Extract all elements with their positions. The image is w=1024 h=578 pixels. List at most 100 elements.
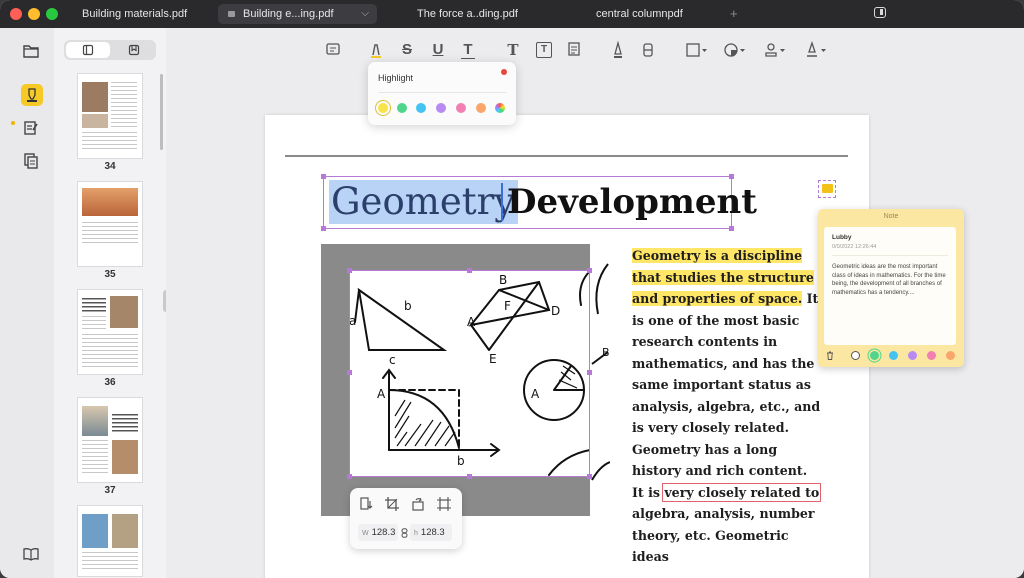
thumbnail-photo [82,406,108,436]
resize-frame-icon[interactable] [436,496,452,512]
resize-handle[interactable] [729,226,734,231]
book-icon[interactable] [22,545,40,563]
image-overflow-sketch: B [591,263,610,481]
trash-icon[interactable] [826,351,834,360]
thumbnail-text-lines [82,334,138,368]
note-color-green[interactable] [870,351,879,360]
resize-handle[interactable] [347,474,352,479]
stamp-icon[interactable] [763,40,787,60]
page-thumbnail[interactable] [78,74,142,158]
app-window: Building materials.pdf Building e...ing.… [0,0,1024,578]
left-tool-rail [0,28,55,578]
organize-pages-icon[interactable] [22,152,40,170]
thumbnail-scrollbar[interactable] [160,74,163,150]
link-aspect-icon[interactable] [401,528,408,538]
tab-building-materials[interactable]: Building materials.pdf [82,4,187,24]
note-header: Note [883,213,899,220]
thumbnail-view-button[interactable] [66,42,110,58]
squiggly-button[interactable]: T [461,40,475,59]
page-thumbnail[interactable] [78,398,142,482]
textbox-button[interactable]: T [536,42,552,58]
page-thumbnail[interactable] [78,506,142,576]
edit-document-icon[interactable] [22,119,40,137]
height-value[interactable]: 128.3 [421,527,445,538]
page-thumbnail[interactable] [78,290,142,374]
boxed-text-annotation[interactable]: very closely related to [662,482,822,502]
thumbnail-photo [112,514,138,548]
note-color-pink[interactable] [927,351,936,360]
body-paragraph[interactable]: Geometry is a discipline that studies th… [632,245,822,568]
zoom-window-button[interactable] [46,8,58,20]
thumbnail-text-lines [82,222,138,246]
popup-title: Highlight [378,73,414,83]
resize-handle[interactable] [347,268,352,273]
highlighter-tool-button[interactable] [21,84,43,106]
page-number: 35 [104,269,116,280]
color-swatch-green[interactable] [397,103,407,113]
note-annotation-marker[interactable] [818,180,836,198]
title-text[interactable]: Development [507,180,757,224]
paragraph-text: algebra, analysis, number theory, etc. G… [632,506,815,564]
thumbnail-photo [112,440,138,474]
width-field[interactable]: W 128.3 [358,524,398,541]
underline-button[interactable]: U [431,40,445,60]
pin-icon[interactable] [501,69,507,75]
pencil-icon[interactable] [611,40,625,60]
note-popup: Note Lubby 0/0/2022 12:26:44 Geometric i… [818,209,964,367]
tab-the-force[interactable]: The force a..ding.pdf [417,4,518,24]
color-swatch-pink[interactable] [456,103,466,113]
chevron-down-icon[interactable]: ⌵ [361,4,369,24]
note-color-white[interactable] [851,351,860,360]
tab-central-column[interactable]: central columnpdf [596,4,683,24]
width-value[interactable]: 128.3 [372,527,396,538]
resize-handle[interactable] [729,174,734,179]
color-swatch-purple[interactable] [436,103,446,113]
strikethrough-button[interactable]: S [400,40,414,60]
note-icon[interactable] [566,40,582,60]
close-window-button[interactable] [10,8,22,20]
thumbnail-photo [82,114,108,128]
rotate-icon[interactable] [410,496,426,512]
signature-icon[interactable] [804,40,828,60]
note-body[interactable]: Geometric ideas are the most important c… [832,263,952,297]
minimize-window-button[interactable] [28,8,40,20]
text-button[interactable]: T [506,40,520,60]
resize-handle[interactable] [587,268,592,273]
bookmark-view-icon[interactable] [128,44,140,56]
highlight-icon[interactable] [368,40,384,60]
comment-icon[interactable] [325,40,341,60]
resize-handle[interactable] [587,370,592,375]
resize-handle[interactable] [467,268,472,273]
resize-handle[interactable] [321,174,326,179]
color-picker-wheel-icon[interactable] [495,103,505,113]
resize-handle[interactable] [587,474,592,479]
color-swatch-orange[interactable] [476,103,486,113]
title-highlighted-text[interactable]: Geometry [329,180,519,224]
note-color-blue[interactable] [889,351,898,360]
thumbnail-text-lines [111,82,137,130]
rectangle-shape-icon[interactable] [685,40,709,60]
thumbnail-text-lines [82,440,108,476]
height-field[interactable]: h 128.3 [410,524,452,541]
crop-icon[interactable] [384,496,400,512]
thumbnail-text-lines [82,316,106,330]
image-crop-selection[interactable] [349,270,590,477]
resize-handle[interactable] [467,474,472,479]
highlighted-text[interactable]: Geometry is a discipline that studies th… [632,248,814,306]
note-color-purple[interactable] [908,351,917,360]
eraser-icon[interactable] [641,40,655,60]
resize-handle[interactable] [347,370,352,375]
resize-handle[interactable] [321,226,326,231]
image-overflow: B [590,244,610,516]
new-tab-button[interactable]: + [730,4,738,24]
note-color-orange[interactable] [946,351,955,360]
replace-image-icon[interactable] [358,496,374,512]
sticker-icon[interactable] [723,40,747,60]
color-swatch-yellow[interactable] [378,103,388,113]
color-swatch-blue[interactable] [416,103,426,113]
tab-building-engineering[interactable]: Building e...ing.pdf ⌵ [218,4,377,24]
page-thumbnail[interactable] [78,182,142,266]
folder-icon[interactable] [22,42,40,60]
note-card[interactable]: Lubby 0/0/2022 12:26:44 Geometric ideas … [824,227,956,345]
right-sidebar-toggle-icon[interactable] [874,7,886,18]
